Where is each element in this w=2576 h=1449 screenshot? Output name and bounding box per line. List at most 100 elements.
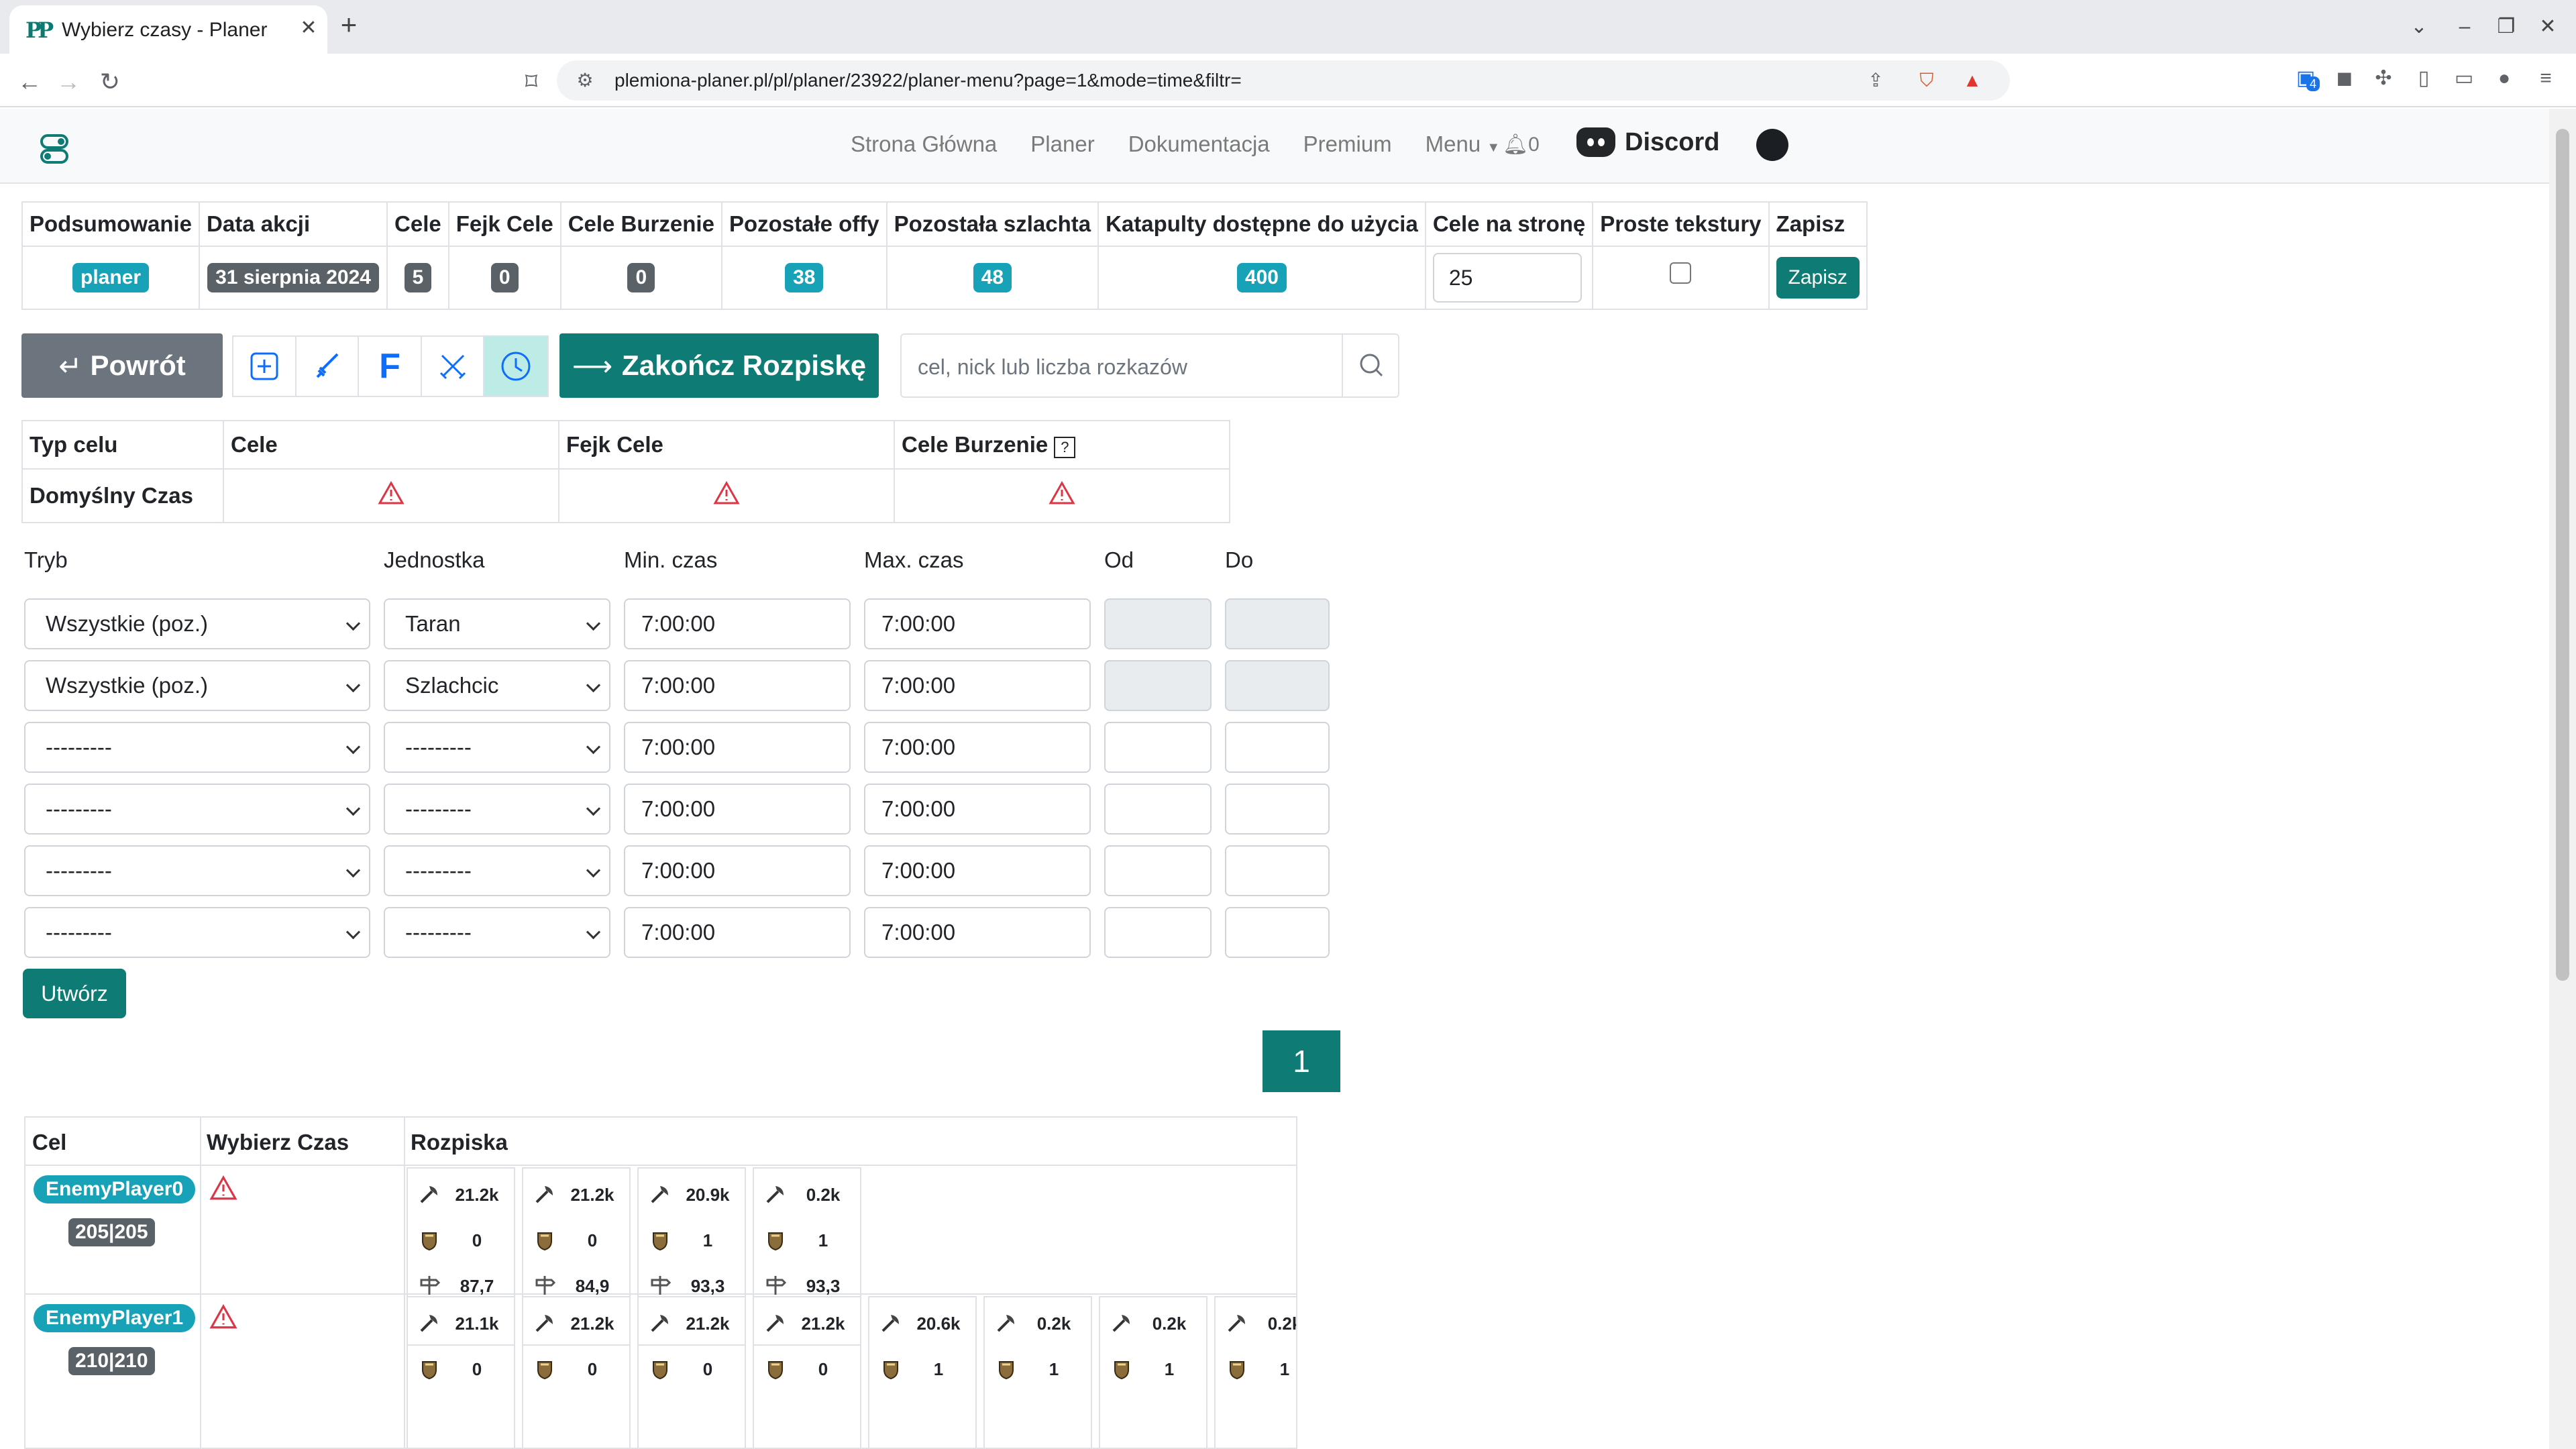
to-input[interactable] — [1225, 845, 1330, 896]
discord-link[interactable]: Discord — [1576, 127, 1719, 157]
close-window-icon[interactable]: ✕ — [2534, 13, 2561, 40]
search-button[interactable] — [1342, 335, 1399, 396]
sidebar-icon[interactable]: ▯ — [2411, 66, 2436, 91]
max-time-input[interactable]: 7:00:00 — [864, 722, 1091, 773]
order-card[interactable]: 0.2k 1 — [1099, 1296, 1208, 1448]
target-type-table: Typ celu Cele Fejk Cele Cele Burzenie ? … — [21, 420, 1230, 523]
to-input[interactable] — [1225, 722, 1330, 773]
from-input[interactable] — [1104, 784, 1212, 835]
to-input[interactable] — [1225, 907, 1330, 958]
plus-square-icon[interactable] — [233, 337, 297, 396]
mode-select[interactable]: --------- — [24, 845, 370, 896]
from-input[interactable] — [1104, 907, 1212, 958]
order-line: 0.2k — [758, 1175, 859, 1216]
simple-textures-checkbox[interactable] — [1670, 262, 1692, 284]
mode-select[interactable]: --------- — [24, 784, 370, 835]
f-letter-icon[interactable]: F — [359, 337, 422, 396]
mode-select[interactable]: Wszystkie (poz.) — [24, 598, 370, 649]
enemy-player-badge[interactable]: EnemyPlayer0 — [34, 1175, 196, 1203]
back-button[interactable]: ↵ Powrót — [21, 333, 223, 398]
axe-icon — [417, 1311, 441, 1335]
extension-icon[interactable]: ◼ — [2332, 66, 2357, 91]
min-time-input[interactable]: 7:00:00 — [624, 907, 851, 958]
mode-select[interactable]: --------- — [24, 907, 370, 958]
minimize-icon[interactable]: – — [2451, 13, 2478, 40]
enemy-player-badge[interactable]: EnemyPlayer1 — [34, 1304, 196, 1332]
nav-docs[interactable]: Dokumentacja — [1128, 131, 1270, 157]
order-card[interactable]: 21.2k 0 — [637, 1296, 746, 1448]
mode-select[interactable]: Wszystkie (poz.) — [24, 660, 370, 711]
unit-select[interactable]: --------- — [384, 722, 610, 773]
brave-rewards-icon[interactable]: ▲ — [1962, 70, 1983, 91]
min-time-input[interactable]: 7:00:00 — [624, 784, 851, 835]
url-text[interactable]: plemiona-planer.pl/pl/planer/23922/plane… — [614, 70, 1242, 91]
finish-plan-button[interactable]: ⟶ Zakończ Rozpiskę — [559, 333, 879, 398]
nav-menu-dropdown[interactable]: Menu ▼ — [1426, 131, 1501, 157]
tab-close-icon[interactable]: ✕ — [297, 16, 321, 40]
min-time-input[interactable]: 7:00:00 — [624, 598, 851, 649]
help-icon[interactable]: ? — [1054, 436, 1076, 458]
max-time-input[interactable]: 7:00:00 — [864, 660, 1091, 711]
order-card[interactable]: 0.2k 1 — [1214, 1296, 1296, 1448]
scrollbar-thumb[interactable] — [2556, 129, 2569, 981]
max-time-input[interactable]: 7:00:00 — [864, 784, 1091, 835]
tab-list-chevron-icon[interactable]: ⌄ — [2406, 13, 2432, 40]
notifications-button[interactable]: 🔔︎0 — [1503, 133, 1540, 156]
page-1-button[interactable]: 1 — [1263, 1030, 1340, 1092]
min-time-input[interactable]: 7:00:00 — [624, 660, 851, 711]
bookmark-icon[interactable]: ⌑ — [517, 67, 546, 97]
extension-badge-icon[interactable]: ▣ 4 — [2293, 66, 2320, 91]
max-time-input[interactable]: 7:00:00 — [864, 598, 1091, 649]
browser-tab[interactable]: PP Wybierz czasy - Planer ✕ — [9, 5, 327, 54]
to-input[interactable] — [1225, 784, 1330, 835]
profile-icon[interactable]: ● — [2491, 66, 2517, 91]
menu-icon[interactable]: ≡ — [2533, 66, 2559, 91]
order-value: 0 — [702, 1359, 713, 1379]
back-arrow-icon[interactable]: ← — [15, 67, 44, 97]
min-time-input[interactable]: 7:00:00 — [624, 722, 851, 773]
wallet-icon[interactable]: ▭ — [2451, 66, 2477, 91]
unit-select[interactable]: --------- — [384, 784, 610, 835]
page-scrollbar[interactable] — [2549, 109, 2576, 1449]
share-icon[interactable]: ⇪ — [1865, 70, 1886, 91]
clock-icon[interactable] — [484, 337, 548, 396]
min-time-input[interactable]: 7:00:00 — [624, 845, 851, 896]
toggle-logo-icon[interactable] — [39, 133, 70, 164]
site-settings-icon[interactable]: ⚙ — [574, 70, 596, 91]
sword-icon[interactable] — [297, 337, 360, 396]
forward-arrow-icon[interactable]: → — [54, 67, 83, 97]
unit-select[interactable]: Szlachcic — [384, 660, 610, 711]
max-time-input[interactable]: 7:00:00 — [864, 907, 1091, 958]
github-icon[interactable] — [1756, 129, 1788, 161]
order-line: 1 — [873, 1350, 974, 1390]
order-card[interactable]: 21.2k 0 — [522, 1296, 631, 1448]
targets-per-page-input[interactable]: 25 — [1432, 253, 1582, 303]
order-card[interactable]: 21.1k 0 — [407, 1296, 515, 1448]
order-card[interactable]: 21.2k 0 — [753, 1296, 861, 1448]
restore-icon[interactable]: ❐ — [2493, 13, 2520, 40]
planer-badge[interactable]: planer — [72, 263, 150, 292]
from-input — [1104, 660, 1212, 711]
order-card[interactable]: 0.2k 1 — [983, 1296, 1092, 1448]
order-card[interactable]: 20.6k 1 — [868, 1296, 977, 1448]
mode-select[interactable]: --------- — [24, 722, 370, 773]
warning-icon — [209, 1175, 237, 1206]
max-time-input[interactable]: 7:00:00 — [864, 845, 1091, 896]
omnibox[interactable]: ⚙ plemiona-planer.pl/pl/planer/23922/pla… — [557, 60, 2010, 101]
search-input[interactable]: cel, nick lub liczba rozkazów — [918, 355, 1187, 380]
unit-select[interactable]: --------- — [384, 845, 610, 896]
brave-shield-icon[interactable]: ⛉ — [1916, 70, 1937, 91]
reload-icon[interactable]: ↻ — [95, 67, 125, 97]
from-input[interactable] — [1104, 845, 1212, 896]
new-tab-icon[interactable]: + — [335, 11, 362, 39]
puzzle-icon[interactable]: ✣ — [2371, 66, 2396, 91]
unit-select[interactable]: --------- — [384, 907, 610, 958]
create-button[interactable]: Utwórz — [23, 969, 126, 1018]
nav-planer[interactable]: Planer — [1030, 131, 1094, 157]
crossed-swords-icon[interactable] — [422, 337, 485, 396]
from-input[interactable] — [1104, 722, 1212, 773]
unit-select[interactable]: Taran — [384, 598, 610, 649]
nav-home[interactable]: Strona Główna — [851, 131, 997, 157]
save-button[interactable]: Zapisz — [1776, 257, 1860, 299]
nav-premium[interactable]: Premium — [1303, 131, 1392, 157]
